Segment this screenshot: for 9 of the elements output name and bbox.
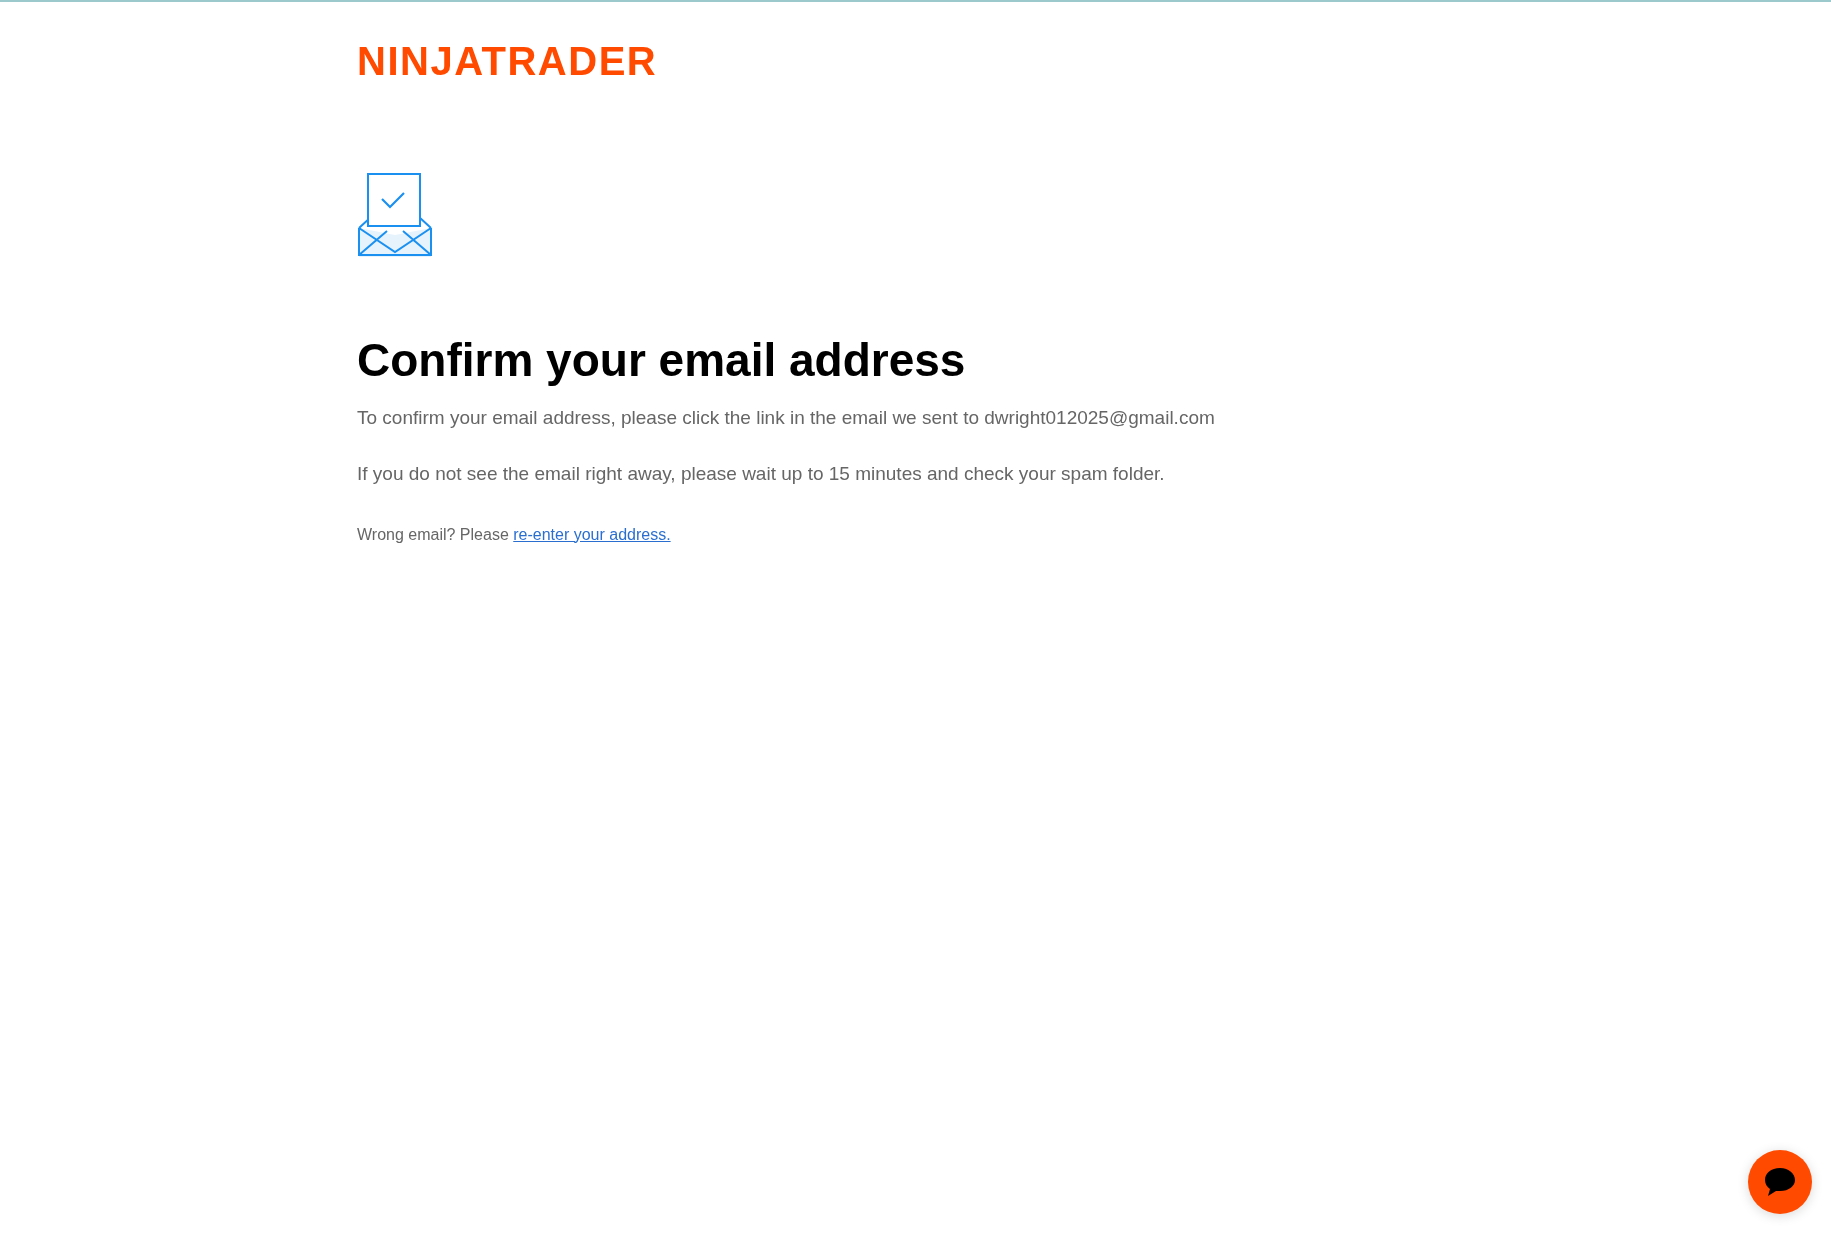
chat-button[interactable] bbox=[1748, 1150, 1812, 1214]
logo[interactable]: NINJATRADER bbox=[357, 41, 658, 81]
re-enter-address-link[interactable]: re-enter your address. bbox=[513, 525, 671, 543]
instruction-text: To confirm your email address, please click the link in the email we sent to dwright012025@gmail.com bbox=[357, 406, 1215, 431]
instruction-text: If you do not see the email right away, please wait up to 15 minutes and check your spam folder. bbox=[357, 461, 1165, 486]
envelope-check-icon bbox=[357, 173, 433, 257]
wrong-email-text: Wrong email? Please re-enter your address. bbox=[357, 524, 671, 545]
page-heading: Confirm your email address bbox=[357, 333, 966, 388]
speech-bubble-icon bbox=[1763, 1166, 1797, 1198]
